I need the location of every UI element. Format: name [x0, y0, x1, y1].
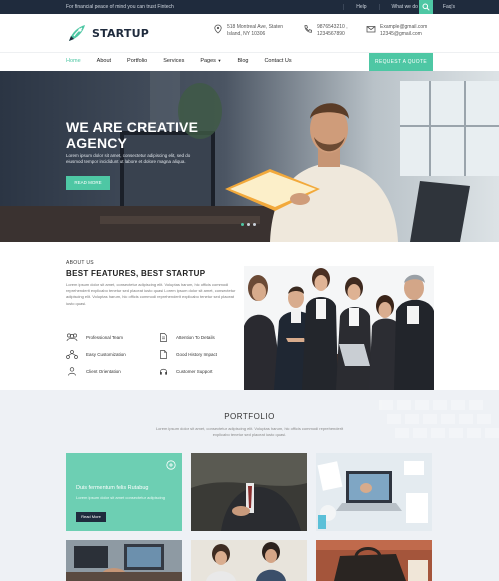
headset-icon: [160, 368, 167, 375]
customization-icon: [66, 350, 78, 359]
top-links: Help What we do Faq's: [343, 4, 467, 10]
portfolio-item-featured[interactable]: Duis fermentum felis Rutabug Lorem ipsum…: [66, 453, 182, 531]
feature-label: Professional Team: [86, 335, 123, 340]
file-icon: [160, 350, 167, 359]
portfolio-read-more-button[interactable]: Read More: [76, 512, 106, 522]
team-meeting-image: [244, 266, 434, 390]
request-quote-button[interactable]: REQUEST A QUOTE: [369, 53, 433, 72]
top-link-faqs[interactable]: Faq's: [429, 4, 467, 10]
portfolio-image-bag: [316, 540, 432, 581]
portfolio-image-office-screens: [66, 540, 182, 581]
search-icon: [422, 3, 430, 11]
portfolio-image-team-work: [191, 540, 307, 581]
site-header: STARTUP 518 Montreal Ave, Staten Island,…: [0, 14, 499, 52]
feature-label: Customer Support: [176, 369, 213, 374]
top-link-help[interactable]: Help: [343, 4, 378, 10]
features-section: ABOUT US BEST FEATURES, BEST STARTUP Lor…: [0, 242, 499, 390]
email-line-1[interactable]: Example@gmail.com: [380, 24, 427, 31]
location-pin-icon: [214, 24, 222, 34]
brand-name: STARTUP: [92, 26, 149, 40]
address-line-2: Island, NY 10306: [227, 31, 266, 37]
hero-read-more-button[interactable]: READ MORE: [66, 176, 110, 190]
zoom-icon[interactable]: [166, 460, 176, 470]
portfolio-image-desk-laptop: [316, 453, 432, 531]
nav-item-blog[interactable]: Blog: [237, 58, 248, 64]
team-meeting-photo: [244, 266, 434, 390]
main-nav: Home About Portfolio Services Pages ▼ Bl…: [0, 52, 499, 72]
portfolio-item-text: Lorem ipsum dolor sit amet consectetur a…: [76, 495, 165, 500]
nav-item-pages[interactable]: Pages ▼: [200, 58, 221, 64]
top-tagline: For financial peace of mind you can trus…: [66, 4, 174, 10]
hero-title-line-1: WE ARE CREATIVE: [66, 119, 199, 135]
feature-item: Customer Support: [159, 367, 252, 376]
nav-item-portfolio[interactable]: Portfolio: [127, 58, 147, 64]
feature-label: Attention To Details: [176, 335, 215, 340]
site-logo[interactable]: STARTUP: [66, 22, 149, 44]
header-address: 518 Montreal Ave, Staten Island, NY 1030…: [213, 24, 283, 38]
top-search-button[interactable]: [419, 0, 433, 14]
slider-dot[interactable]: [253, 223, 256, 226]
nav-item-home[interactable]: Home: [66, 58, 81, 64]
email-line-2[interactable]: 12345@gmail.com: [380, 31, 427, 38]
header-email: Example@gmail.com 12345@gmail.com: [366, 24, 427, 38]
feature-item: Good History Impact: [159, 350, 252, 359]
portfolio-item[interactable]: [316, 453, 432, 531]
features-kicker: ABOUT US: [66, 260, 94, 266]
document-icon: [160, 333, 167, 342]
hero-title: WE ARE CREATIVE AGENCY: [66, 119, 226, 151]
header-phone: 9876543210 , 1234567890: [303, 24, 348, 38]
features-title: BEST FEATURES, BEST STARTUP: [66, 269, 206, 278]
feature-list: Professional Team Attention To Details E…: [66, 333, 246, 376]
portfolio-image-business-man: [191, 453, 307, 531]
chevron-down-icon: ▼: [217, 58, 222, 63]
nav-item-services[interactable]: Services: [163, 58, 184, 64]
nav-item-about[interactable]: About: [97, 58, 111, 64]
portfolio-item[interactable]: [191, 540, 307, 581]
phone-line-1[interactable]: 9876543210 ,: [317, 24, 348, 31]
feature-item: Client Orientation: [66, 367, 159, 376]
mail-icon: [366, 26, 376, 33]
phone-icon: [304, 25, 312, 33]
feature-label: Client Orientation: [86, 369, 121, 374]
features-text: Lorem ipsum dolor sit amet, consectetur …: [66, 282, 236, 306]
feature-item: Easy Customization: [66, 350, 159, 359]
slider-dot[interactable]: [241, 223, 244, 226]
feature-item: Professional Team: [66, 333, 159, 342]
portfolio-title: PORTFOLIO: [224, 412, 275, 421]
feature-label: Good History Impact: [176, 352, 218, 357]
feature-item: Attention To Details: [159, 333, 252, 342]
nav-item-pages-label: Pages: [200, 58, 216, 64]
team-icon: [66, 333, 78, 342]
portfolio-section: PORTFOLIO Lorem ipsum dolor sit amet, co…: [0, 390, 499, 581]
top-bar: For financial peace of mind you can trus…: [0, 0, 499, 14]
slider-dot[interactable]: [247, 223, 250, 226]
portfolio-item[interactable]: [191, 453, 307, 531]
hero-banner: WE ARE CREATIVE AGENCY Lorem ipsum dolor…: [0, 71, 499, 242]
rocket-logo-icon: [69, 25, 85, 41]
hero-slider-dots: [241, 223, 256, 226]
hero-text: Lorem ipsum dolor sit amet, consectetur …: [66, 153, 191, 164]
nav-item-contact[interactable]: Contact Us: [264, 58, 291, 64]
feature-label: Easy Customization: [86, 352, 126, 357]
portfolio-text: Lorem ipsum dolor sit amet, consectetur …: [155, 426, 344, 437]
portfolio-item[interactable]: [66, 540, 182, 581]
address-line-1: 518 Montreal Ave, Staten: [227, 24, 284, 30]
client-icon: [68, 367, 76, 376]
portfolio-item-caption: Duis fermentum felis Rutabug: [76, 485, 149, 491]
hero-title-line-2: AGENCY: [66, 135, 128, 151]
portfolio-item[interactable]: [316, 540, 432, 581]
phone-line-2[interactable]: 1234567890: [317, 31, 348, 38]
